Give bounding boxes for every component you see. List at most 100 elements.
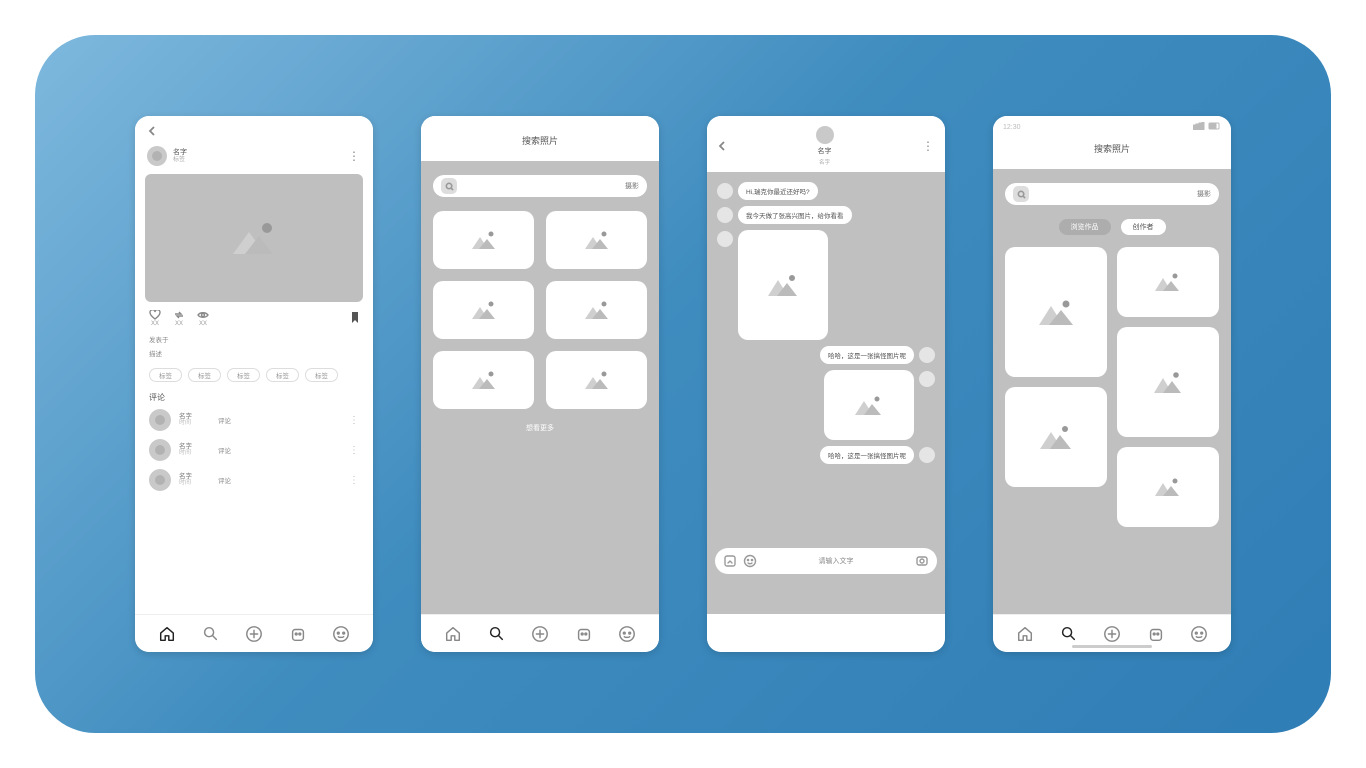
home-indicator <box>1072 645 1152 648</box>
author-row[interactable]: 名字 标签 ⋮ <box>135 140 373 174</box>
result-card[interactable] <box>1005 387 1107 487</box>
attach-icon[interactable] <box>723 554 737 568</box>
add-icon[interactable] <box>1103 625 1121 643</box>
profile-icon[interactable] <box>1190 625 1208 643</box>
search-body: 摄影 想看更多 <box>421 161 659 614</box>
message-bubble[interactable]: 哈哈，这是一张搞怪图片呢 <box>820 346 914 364</box>
message-bubble[interactable]: 哈哈，这是一张搞怪图片呢 <box>820 446 914 464</box>
tab-browse[interactable]: 浏览作品 <box>1059 219 1111 235</box>
message-outgoing: 哈哈，这是一张搞怪图片呢 <box>717 346 935 364</box>
load-more[interactable]: 想看更多 <box>433 423 647 433</box>
phone-chat: 名字 名字 ⋮ Hi,瑞克你最近还好吗? 我今天做了张高兴图片，给你看看 哈哈，… <box>707 116 945 652</box>
avatar <box>149 439 171 461</box>
comment-row[interactable]: 名字时间评论⋮ <box>135 465 373 495</box>
tag-chip[interactable]: 标签 <box>149 368 182 382</box>
tag-chip[interactable]: 标签 <box>227 368 260 382</box>
message-bubble[interactable]: Hi,瑞克你最近还好吗? <box>738 182 818 200</box>
result-card[interactable] <box>1117 327 1219 437</box>
comment-menu-icon[interactable]: ⋮ <box>349 415 359 426</box>
avatar <box>147 146 167 166</box>
message-incoming: 我今天做了张高兴图片，给你看看 <box>717 206 935 224</box>
send-icon[interactable] <box>915 554 929 568</box>
like-button[interactable]: XX <box>149 310 161 327</box>
page-title: 搜索照片 <box>993 132 1231 169</box>
search-icon <box>1013 186 1029 202</box>
back-icon[interactable] <box>717 141 727 151</box>
add-icon[interactable] <box>245 625 263 643</box>
result-card[interactable] <box>1005 247 1107 377</box>
bookmark-button[interactable] <box>351 310 359 328</box>
comments-heading: 评论 <box>135 386 373 405</box>
message-image[interactable] <box>824 370 914 440</box>
result-card[interactable] <box>546 351 647 409</box>
published-label: 发表于 <box>135 332 373 346</box>
inbox-icon[interactable] <box>289 625 307 643</box>
result-card[interactable] <box>433 211 534 269</box>
profile-icon[interactable] <box>332 625 350 643</box>
search-icon[interactable] <box>1059 625 1077 643</box>
comment-row[interactable]: 名字时间评论⋮ <box>135 435 373 465</box>
inbox-icon[interactable] <box>1147 625 1165 643</box>
add-icon[interactable] <box>531 625 549 643</box>
search-icon[interactable] <box>487 625 505 643</box>
chat-body[interactable]: Hi,瑞克你最近还好吗? 我今天做了张高兴图片，给你看看 哈哈，这是一张搞怪图片… <box>707 172 945 614</box>
home-icon[interactable] <box>158 625 176 643</box>
back-icon[interactable] <box>147 126 157 136</box>
comment-menu-icon[interactable]: ⋮ <box>349 445 359 456</box>
repost-button[interactable]: XX <box>173 310 185 327</box>
more-icon[interactable]: ⋮ <box>348 149 361 163</box>
more-icon[interactable]: ⋮ <box>922 139 935 153</box>
tag-list: 标签 标签 标签 标签 标签 <box>135 360 373 386</box>
views-button[interactable]: XX <box>197 310 209 327</box>
tag-chip[interactable]: 标签 <box>188 368 221 382</box>
result-card[interactable] <box>1117 247 1219 317</box>
avatar <box>149 469 171 491</box>
canvas: 名字 标签 ⋮ XX XX XX 发表于 描述 <box>0 0 1366 768</box>
avatar <box>919 347 935 363</box>
tab-bar: 浏览作品 创作者 <box>1005 219 1219 235</box>
result-card[interactable] <box>433 351 534 409</box>
chat-header: 名字 名字 ⋮ <box>707 116 945 172</box>
post-image[interactable] <box>145 174 363 302</box>
search-body: 摄影 浏览作品 创作者 <box>993 169 1231 614</box>
avatar <box>717 207 733 223</box>
message-image[interactable] <box>738 230 828 340</box>
phone-search-grid: 搜索照片 摄影 想看更多 <box>421 116 659 652</box>
comment-row[interactable]: 名字时间评论⋮ <box>135 405 373 435</box>
result-card[interactable] <box>546 211 647 269</box>
message-incoming: Hi,瑞克你最近还好吗? <box>717 182 935 200</box>
avatar[interactable] <box>816 126 834 144</box>
phone-search-creators: 12:30 搜索照片 摄影 浏览作品 创作者 <box>993 116 1231 652</box>
home-icon[interactable] <box>1016 625 1034 643</box>
search-category[interactable]: 摄影 <box>625 181 639 191</box>
emoji-icon[interactable] <box>743 554 757 568</box>
result-card[interactable] <box>433 281 534 339</box>
search-icon[interactable] <box>201 625 219 643</box>
bottom-nav <box>135 614 373 652</box>
description-label: 描述 <box>135 346 373 360</box>
comment-menu-icon[interactable]: ⋮ <box>349 475 359 486</box>
search-input[interactable]: 摄影 <box>433 175 647 197</box>
tag-chip[interactable]: 标签 <box>266 368 299 382</box>
chat-input-bar[interactable]: 请输入文字 <box>715 548 937 574</box>
tab-creator[interactable]: 创作者 <box>1121 219 1166 235</box>
status-time: 12:30 <box>1003 124 1021 131</box>
message-outgoing: 哈哈，这是一张搞怪图片呢 <box>717 446 935 464</box>
avatar <box>919 447 935 463</box>
message-bubble[interactable]: 我今天做了张高兴图片，给你看看 <box>738 206 852 224</box>
profile-icon[interactable] <box>618 625 636 643</box>
search-input[interactable]: 摄影 <box>1005 183 1219 205</box>
page-title: 搜索照片 <box>421 116 659 161</box>
chat-input-placeholder: 请输入文字 <box>763 556 909 566</box>
inbox-icon[interactable] <box>575 625 593 643</box>
search-icon <box>441 178 457 194</box>
message-incoming <box>717 230 935 340</box>
result-card[interactable] <box>1117 447 1219 527</box>
home-icon[interactable] <box>444 625 462 643</box>
chat-subtitle: 名字 <box>819 158 830 166</box>
tag-chip[interactable]: 标签 <box>305 368 338 382</box>
header: 搜索照片 <box>421 116 659 161</box>
search-category[interactable]: 摄影 <box>1197 189 1211 199</box>
post-body: XX XX XX 发表于 描述 标签 标签 标签 标签 标签 评论 名字时间评论… <box>135 174 373 614</box>
result-card[interactable] <box>546 281 647 339</box>
